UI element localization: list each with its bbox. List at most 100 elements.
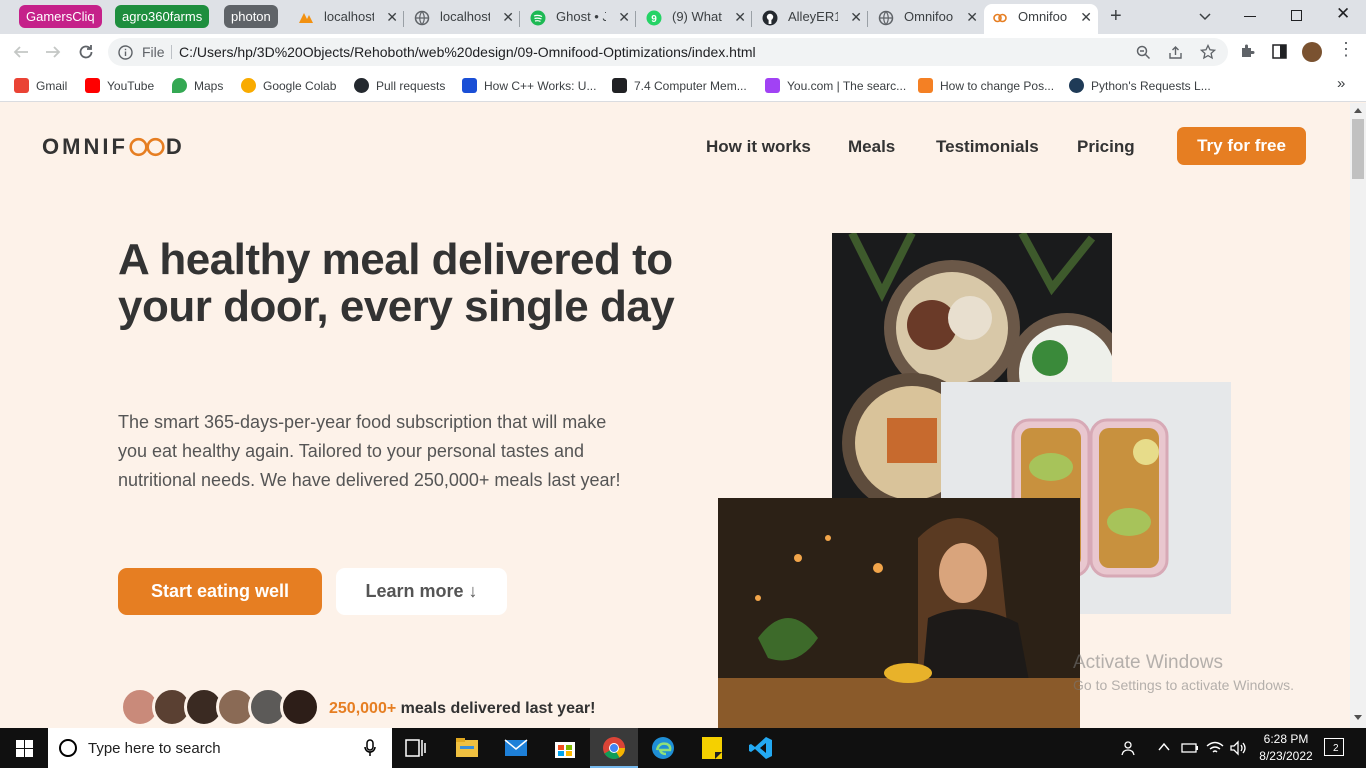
people-icon[interactable] — [1121, 739, 1139, 757]
new-tab-button[interactable]: + — [1110, 5, 1122, 28]
nav-how-it-works[interactable]: How it works — [706, 137, 811, 157]
learn-more-button[interactable]: Learn more ↓ — [336, 568, 507, 615]
share-icon[interactable] — [1168, 45, 1183, 60]
nav-testimonials[interactable]: Testimonials — [936, 137, 1039, 157]
delivered-meals-text: 250,000+ meals delivered last year! — [329, 700, 595, 718]
url-text[interactable]: C:/Users/hp/3D%20Objects/Rehoboth/web%20… — [179, 38, 756, 66]
tab-label: localhost — [440, 9, 490, 24]
windows-taskbar: Type here to search 6:28 PM 8/23/2022 2 — [0, 728, 1366, 768]
bookmark-label: How C++ Works: U... — [484, 79, 597, 93]
info-icon[interactable] — [118, 45, 133, 60]
bookmark-computer-memory[interactable]: 7.4 Computer Mem... — [612, 77, 747, 95]
logo-infinity-icon — [129, 137, 165, 157]
battery-icon[interactable] — [1181, 740, 1199, 756]
tab-label: AlleyER16 — [788, 9, 838, 24]
minimize-button[interactable] — [1244, 16, 1256, 17]
github-icon — [354, 78, 369, 93]
taskbar-search-box[interactable]: Type here to search — [48, 728, 392, 768]
file-explorer-icon[interactable] — [455, 737, 479, 759]
restore-button[interactable] — [1291, 10, 1302, 21]
bookmark-label: Maps — [194, 79, 224, 93]
kebab-menu-icon[interactable]: ⋮ — [1337, 40, 1355, 58]
sticky-notes-icon[interactable] — [701, 736, 723, 760]
tab-group-gamerscliq[interactable]: GamersCliq — [19, 5, 102, 28]
close-window-button[interactable]: ✕ — [1336, 4, 1350, 24]
chevron-up-icon[interactable] — [1158, 742, 1170, 752]
vscode-icon[interactable] — [749, 736, 773, 760]
delivered-label: meals delivered last year! — [400, 700, 596, 717]
bookmark-stackoverflow[interactable]: How to change Pos... — [918, 77, 1054, 95]
scroll-up-icon[interactable] — [1354, 107, 1362, 113]
customer-avatars — [120, 687, 330, 727]
close-icon[interactable]: ✕ — [502, 4, 514, 30]
clock-date: 8/23/2022 — [1259, 749, 1313, 763]
tab-localhost[interactable]: localhost ✕ — [406, 4, 520, 34]
youtube-icon — [85, 78, 100, 93]
clock[interactable]: 6:28 PM 8/23/2022 — [1256, 731, 1316, 765]
store-icon[interactable] — [553, 736, 577, 760]
tab-spotify[interactable]: Ghost • Ju ✕ — [522, 4, 636, 34]
tab-omnifood-1[interactable]: Omnifoo ✕ — [870, 4, 984, 34]
try-for-free-button[interactable]: Try for free — [1177, 127, 1306, 165]
more-bookmarks-button[interactable]: » — [1337, 75, 1345, 93]
chrome-icon — [603, 737, 625, 759]
tab-github[interactable]: AlleyER16 ✕ — [754, 4, 868, 34]
nav-meals[interactable]: Meals — [848, 137, 895, 157]
reload-icon[interactable] — [77, 43, 95, 61]
tab-label: Omnifoo — [1018, 9, 1068, 24]
clock-time: 6:28 PM — [1263, 732, 1309, 746]
extensions-puzzle-icon[interactable] — [1239, 43, 1256, 60]
nav-pricing[interactable]: Pricing — [1077, 137, 1135, 157]
page-scrollbar[interactable] — [1350, 103, 1366, 728]
tab-group-photon[interactable]: photon — [224, 5, 278, 28]
tab-label: Ghost • Ju — [556, 9, 606, 24]
close-icon[interactable]: ✕ — [850, 4, 862, 30]
mail-icon[interactable] — [504, 738, 528, 758]
close-icon[interactable]: ✕ — [618, 4, 630, 30]
volume-icon[interactable] — [1229, 739, 1247, 757]
logo[interactable]: OMNIF D — [42, 134, 185, 160]
bookmark-pull-requests[interactable]: Pull requests — [354, 77, 445, 95]
star-icon[interactable] — [1200, 44, 1216, 60]
bookmark-label: You.com | The searc... — [787, 79, 907, 93]
chevron-down-icon[interactable] — [1198, 10, 1212, 24]
back-arrow-icon[interactable] — [12, 43, 30, 61]
hero-description: The smart 365-days-per-year food subscri… — [118, 412, 621, 490]
hero-image-woman-eating — [718, 498, 1080, 728]
profile-avatar[interactable] — [1302, 42, 1322, 62]
bookmark-cpp[interactable]: How C++ Works: U... — [462, 77, 596, 95]
wifi-icon[interactable] — [1206, 739, 1224, 757]
bookmark-python-requests[interactable]: Python's Requests L... — [1069, 77, 1211, 95]
maps-pin-icon — [172, 78, 187, 93]
close-icon[interactable]: ✕ — [966, 4, 978, 30]
bookmark-google-colab[interactable]: Google Colab — [241, 77, 336, 95]
tab-group-agro360farms[interactable]: agro360farms — [115, 5, 210, 28]
bookmark-you-com[interactable]: You.com | The searc... — [765, 77, 906, 95]
colab-icon — [241, 78, 256, 93]
edge-icon[interactable] — [651, 736, 675, 760]
w-site-icon — [612, 78, 627, 93]
zoom-icon[interactable] — [1136, 45, 1151, 60]
bookmark-youtube[interactable]: YouTube — [85, 77, 154, 95]
windows-start-icon[interactable] — [16, 740, 33, 757]
microphone-icon[interactable] — [364, 739, 376, 757]
bookmark-gmail[interactable]: Gmail — [14, 77, 67, 95]
chrome-taskbar-button[interactable] — [590, 728, 638, 768]
tab-localhost-pma[interactable]: localhost ✕ — [290, 4, 404, 34]
scroll-thumb[interactable] — [1352, 119, 1364, 179]
bookmark-maps[interactable]: Maps — [172, 77, 223, 95]
task-view-icon[interactable] — [405, 738, 427, 758]
tab-omnifood-active[interactable]: Omnifoo ✕ — [984, 4, 1098, 34]
action-center-button[interactable]: 2 — [1324, 738, 1344, 756]
tab-group-label: agro360farms — [122, 9, 203, 24]
scroll-down-icon[interactable] — [1354, 715, 1362, 721]
address-bar[interactable]: File C:/Users/hp/3D%20Objects/Rehoboth/w… — [108, 38, 1228, 66]
close-icon[interactable]: ✕ — [1080, 4, 1092, 30]
forward-arrow-icon[interactable] — [44, 43, 62, 61]
spotify-icon — [530, 10, 546, 26]
side-panel-icon[interactable] — [1272, 44, 1287, 59]
start-eating-well-button[interactable]: Start eating well — [118, 568, 322, 615]
tab-whatsapp[interactable]: 9 (9) Whats ✕ — [638, 4, 752, 34]
close-icon[interactable]: ✕ — [734, 4, 746, 30]
close-icon[interactable]: ✕ — [386, 4, 398, 30]
